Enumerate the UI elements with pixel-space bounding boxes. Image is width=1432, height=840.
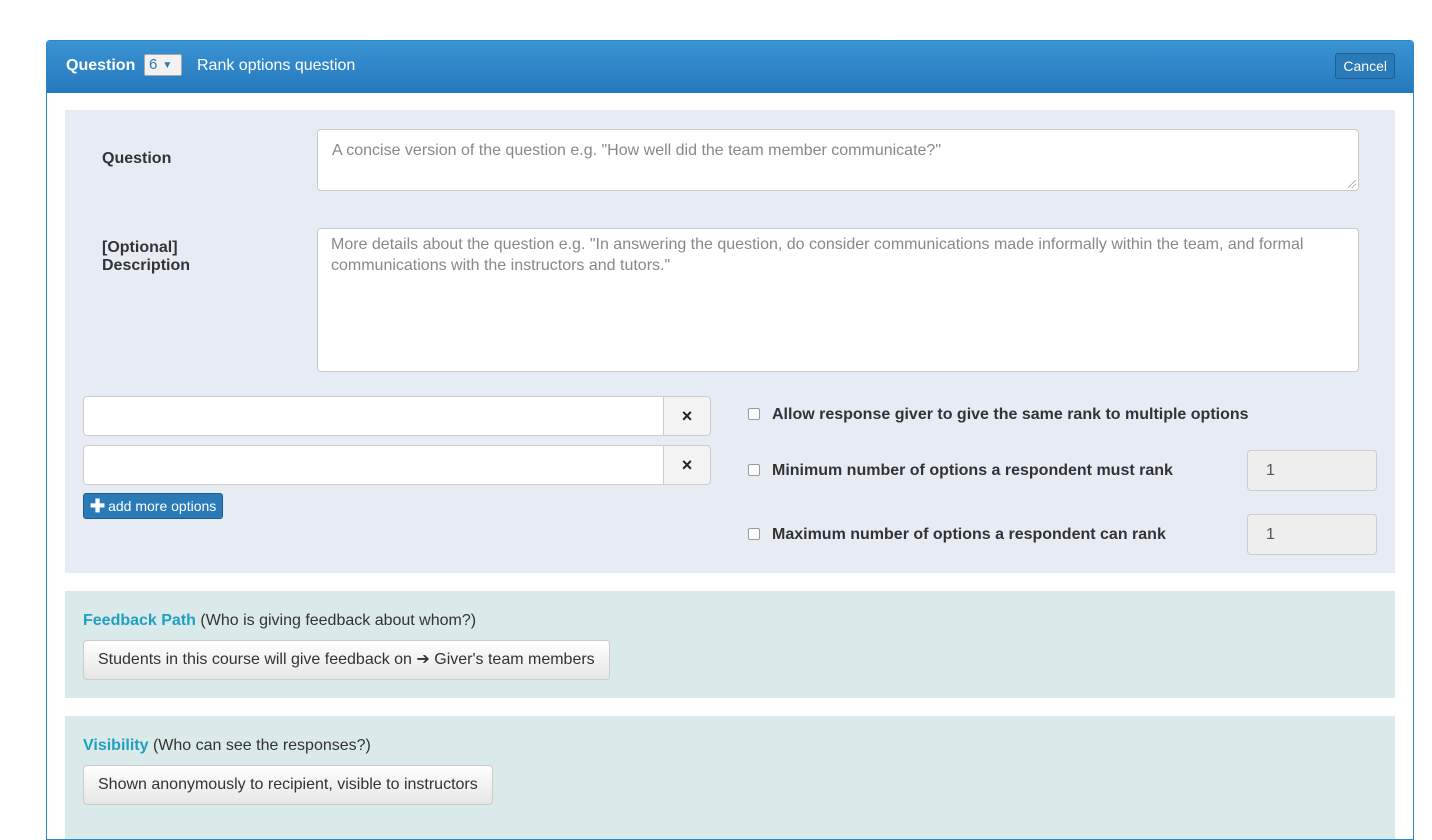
min-options-label: Minimum number of options a respondent m… — [772, 462, 1173, 479]
add-more-options-button[interactable]: ✚ add more options — [83, 493, 224, 519]
feedback-path-title: Feedback Path — [83, 612, 196, 629]
max-options-checkbox[interactable] — [748, 528, 760, 540]
allow-same-rank-checkbox[interactable] — [748, 408, 760, 420]
close-icon: × — [681, 406, 693, 426]
min-options-input[interactable]: 1 — [1247, 450, 1377, 491]
feedback-path-button[interactable]: Students in this course will give feedba… — [83, 640, 610, 680]
visibility-button[interactable]: Shown anonymously to recipient, visible … — [83, 765, 493, 805]
cancel-button[interactable]: Cancel — [1335, 53, 1395, 79]
question-panel: Question 6 ▼ Rank options question Cancel… — [46, 40, 1414, 840]
min-options-checkbox[interactable] — [748, 464, 760, 476]
question-number-select[interactable]: 6 ▼ — [144, 54, 182, 76]
max-options-label: Maximum number of options a respondent c… — [772, 526, 1166, 543]
description-field-label: [Optional] Description — [102, 239, 191, 274]
add-more-options-label: add more options — [108, 498, 217, 514]
chevron-down-icon: ▼ — [162, 60, 173, 71]
close-icon: × — [681, 455, 693, 475]
question-label: Question — [66, 57, 136, 74]
visibility-heading: Visibility (Who can see the responses?) — [83, 737, 371, 755]
visibility-subtitle: (Who can see the responses?) — [152, 737, 371, 754]
description-input[interactable]: More details about the question e.g. "In… — [317, 228, 1359, 372]
description-placeholder: More details about the question e.g. "In… — [331, 236, 1304, 274]
question-type: Rank options question — [197, 57, 356, 74]
option-input-1[interactable] — [83, 396, 664, 436]
allow-same-rank-label: Allow response giver to give the same ra… — [772, 406, 1249, 423]
remove-option-2-button[interactable]: × — [663, 445, 711, 485]
question-field-label: Question — [102, 150, 172, 167]
question-placeholder: A concise version of the question e.g. "… — [332, 142, 941, 159]
panel-heading: Question 6 ▼ Rank options question Cancel — [47, 41, 1413, 93]
question-input[interactable]: A concise version of the question e.g. "… — [317, 129, 1359, 191]
feedback-path-heading: Feedback Path (Who is giving feedback ab… — [83, 612, 476, 630]
question-number: 6 — [149, 56, 158, 73]
visibility-title: Visibility — [83, 737, 149, 754]
plus-icon: ✚ — [90, 496, 106, 516]
visibility-section: Visibility (Who can see the responses?) … — [65, 716, 1395, 839]
feedback-path-section: Feedback Path (Who is giving feedback ab… — [65, 591, 1395, 698]
option-input-2[interactable] — [83, 445, 664, 485]
max-options-input[interactable]: 1 — [1247, 514, 1377, 555]
feedback-path-subtitle: (Who is giving feedback about whom?) — [200, 612, 477, 629]
remove-option-1-button[interactable]: × — [663, 396, 711, 436]
question-details-section: Question A concise version of the questi… — [65, 110, 1395, 573]
